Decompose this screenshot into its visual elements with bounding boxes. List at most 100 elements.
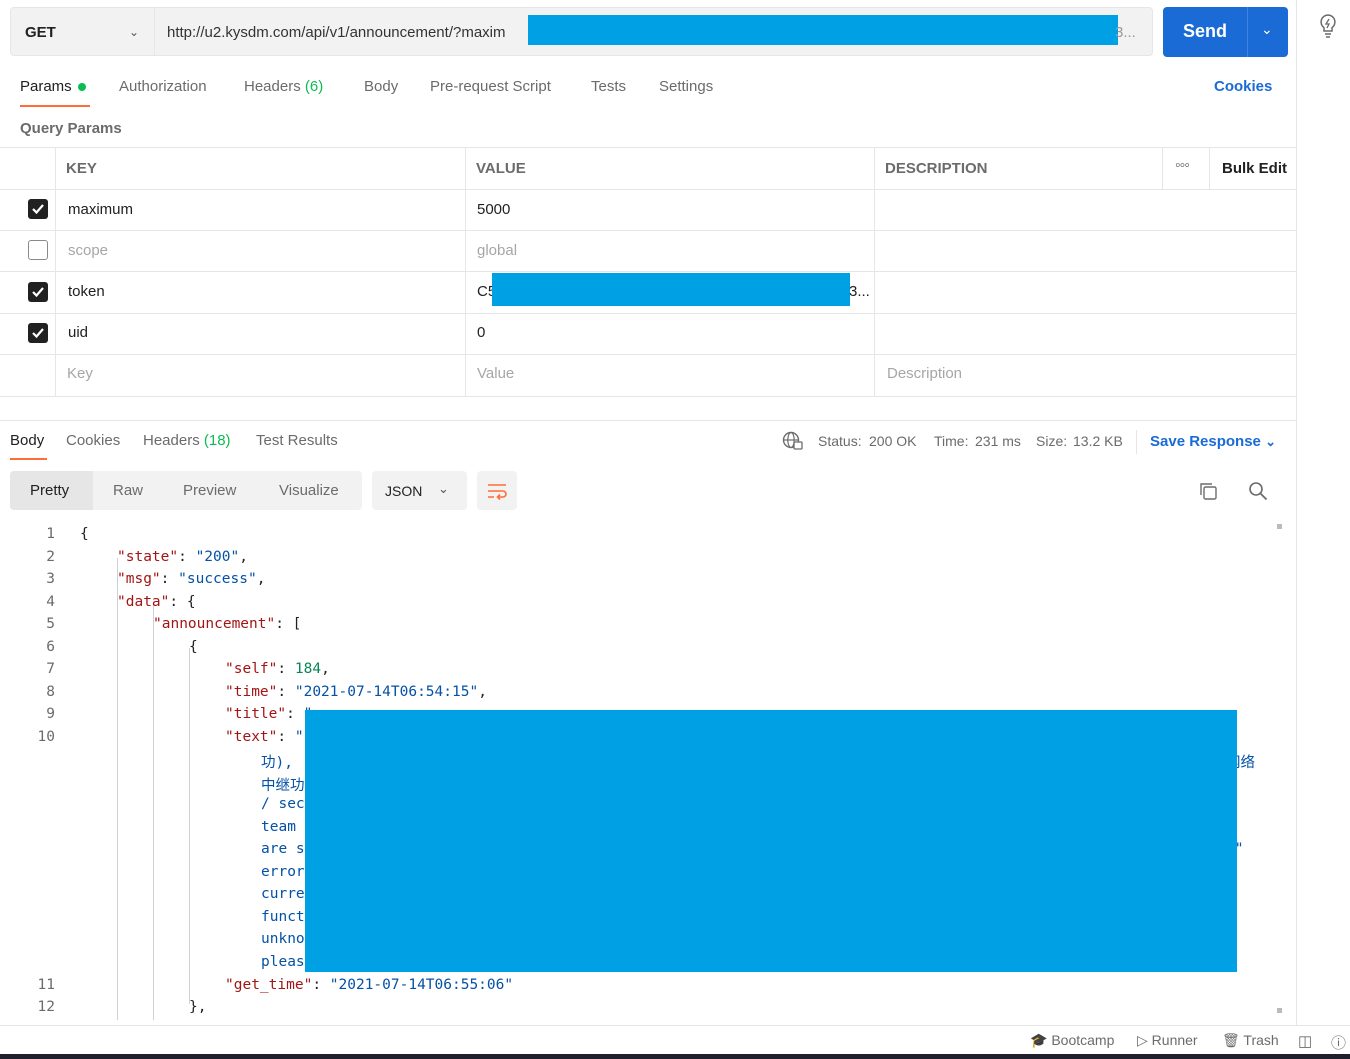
json-key: "msg" — [117, 571, 161, 587]
json-value: " — [294, 729, 304, 745]
trash-button[interactable]: 🗑 Trash — [1222, 1032, 1279, 1049]
response-headers-count: (18) — [203, 432, 231, 449]
json-key: "announcement" — [153, 616, 276, 632]
trash-icon: 🗑 — [1222, 1032, 1240, 1048]
tab-headers[interactable]: Headers (6) — [244, 78, 323, 95]
view-mode-preview[interactable]: Preview — [183, 482, 236, 499]
param-key[interactable]: token — [68, 283, 105, 300]
query-params-title: Query Params — [20, 120, 122, 137]
response-code-editor[interactable]: 1 2 3 4 5 6 7 8 9 10 11 12 { "state": "2… — [0, 522, 1265, 1020]
bootcamp-label: Bootcamp — [1051, 1032, 1115, 1048]
new-description-input[interactable]: Description — [887, 365, 962, 382]
code-line: { — [189, 639, 198, 655]
code-wrap-line: 功), — [261, 755, 293, 771]
json-value: "2021-07-14T06:54:15" — [294, 684, 479, 700]
lightbulb-icon[interactable] — [1317, 13, 1339, 44]
code-line: { — [80, 526, 89, 542]
response-tab-cookies[interactable]: Cookies — [66, 432, 120, 449]
code-line: "data": { — [117, 594, 196, 610]
trash-label: Trash — [1243, 1032, 1279, 1048]
help-icon[interactable]: ⓘ — [1331, 1032, 1346, 1053]
json-punct: : { — [169, 594, 196, 610]
json-key: "self" — [225, 661, 278, 677]
globe-icon[interactable] — [782, 431, 804, 456]
param-checkbox-scope[interactable] — [28, 240, 48, 260]
time-value: 231 ms — [975, 433, 1021, 449]
code-line: "self": 184, — [225, 661, 330, 677]
status-separator — [1136, 430, 1137, 454]
json-key: "title" — [225, 706, 287, 722]
col-header-description: DESCRIPTION — [885, 160, 988, 177]
param-value[interactable]: 0 — [477, 324, 485, 341]
param-checkbox-token[interactable] — [28, 282, 48, 302]
params-active-dot — [77, 83, 86, 92]
param-value[interactable]: 5000 — [477, 201, 510, 218]
col-header-value: VALUE — [476, 160, 526, 177]
line-number: 11 — [37, 977, 55, 993]
param-checkbox-uid[interactable] — [28, 323, 48, 343]
runner-button[interactable]: ▷ Runner — [1137, 1032, 1198, 1049]
two-pane-view-icon[interactable]: ◫ — [1298, 1032, 1312, 1050]
tab-authorization[interactable]: Authorization — [119, 78, 207, 95]
param-key[interactable]: maximum — [68, 201, 133, 218]
wrap-icon — [488, 484, 507, 500]
code-wrap-line: funct — [261, 909, 305, 925]
cookies-link[interactable]: Cookies — [1214, 78, 1272, 95]
bulk-edit-button[interactable]: Bulk Edit — [1222, 160, 1287, 177]
param-value[interactable]: global — [477, 242, 517, 259]
save-response-button[interactable]: Save Response ⌄ — [1150, 433, 1276, 450]
view-mode-pretty[interactable]: Pretty — [30, 482, 69, 499]
code-wrap-line: curre — [261, 886, 305, 902]
method-label: GET — [25, 24, 56, 41]
taskbar-strip — [0, 1054, 1350, 1059]
param-checkbox-maximum[interactable] — [28, 199, 48, 219]
right-panel-divider — [1296, 0, 1297, 1025]
scroll-up-arrow[interactable] — [1277, 524, 1282, 529]
redaction-block — [305, 710, 1237, 972]
param-key[interactable]: uid — [68, 324, 88, 341]
json-key: "text" — [225, 729, 278, 745]
tab-body[interactable]: Body — [364, 78, 398, 95]
send-button[interactable]: Send ⌄ — [1163, 7, 1288, 57]
json-key: "state" — [117, 549, 179, 565]
col-header-key: KEY — [66, 160, 97, 177]
more-options-icon[interactable]: ◦◦◦ — [1175, 157, 1190, 175]
code-scrollbar[interactable] — [1270, 522, 1282, 1020]
tab-tests[interactable]: Tests — [591, 78, 626, 95]
method-select[interactable]: GET ⌄ — [10, 7, 155, 56]
bootcamp-button[interactable]: 🎓 Bootcamp — [1030, 1032, 1114, 1049]
tab-params[interactable]: Params — [20, 78, 86, 95]
format-dropdown[interactable]: JSON ⌄ — [372, 471, 467, 510]
code-wrap-line: team — [261, 819, 296, 835]
response-tab-body[interactable]: Body — [10, 432, 44, 449]
send-options-chevron-icon[interactable]: ⌄ — [1261, 21, 1273, 38]
view-mode-visualize[interactable]: Visualize — [279, 482, 339, 499]
param-value-end: 3... — [849, 283, 870, 300]
param-key[interactable]: scope — [68, 242, 108, 259]
line-number: 9 — [46, 706, 55, 722]
response-tab-underline — [10, 458, 47, 460]
code-wrap-line: pleas — [261, 954, 305, 970]
tab-settings[interactable]: Settings — [659, 78, 713, 95]
code-line: "announcement": [ — [153, 616, 301, 632]
status-value: 200 OK — [869, 433, 917, 449]
tab-prerequest-script[interactable]: Pre-request Script — [430, 78, 551, 95]
copy-icon[interactable] — [1198, 481, 1218, 506]
response-tab-headers[interactable]: Headers (18) — [143, 432, 231, 449]
code-line: "text": " — [225, 729, 304, 745]
tab-headers-count: (6) — [304, 78, 324, 95]
runner-label: Runner — [1151, 1032, 1198, 1048]
json-key: "data" — [117, 594, 170, 610]
new-key-input[interactable]: Key — [67, 365, 93, 382]
response-tab-test-results[interactable]: Test Results — [256, 432, 338, 449]
json-key: "get_time" — [225, 977, 313, 993]
code-line: "msg": "success", — [117, 571, 266, 587]
code-line: "get_time": "2021-07-14T06:55:06" — [225, 977, 514, 993]
wrap-lines-button[interactable] — [477, 471, 517, 510]
line-number: 8 — [46, 684, 55, 700]
view-mode-raw[interactable]: Raw — [113, 482, 143, 499]
new-value-input[interactable]: Value — [477, 365, 514, 382]
scroll-down-arrow[interactable] — [1277, 1008, 1282, 1013]
url-input[interactable]: http://u2.kysdm.com/api/v1/announcement/… — [155, 7, 1153, 56]
search-icon[interactable] — [1248, 481, 1268, 506]
